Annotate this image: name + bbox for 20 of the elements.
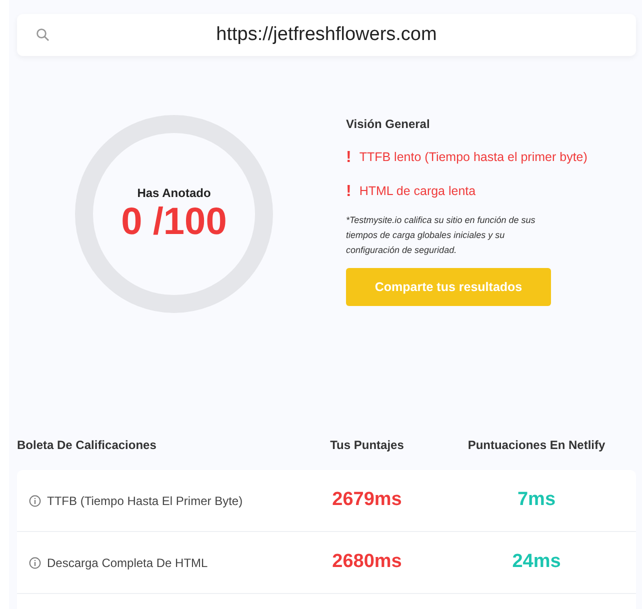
metric-label: Descarga Completa De HTML	[47, 554, 208, 572]
issue-text: TTFB lento (Tiempo hasta el primer byte)	[359, 150, 588, 165]
note-text: *Testmysite.io califica su sitio en función de sus tiempos de carga globales iniciales y su configuración de seguridad.	[346, 214, 536, 258]
metric-label: TTFB (Tiempo Hasta El Primer Byte)	[47, 492, 243, 510]
search-field[interactable]: https://jetfreshflowers.com	[17, 14, 636, 56]
info-icon	[29, 494, 41, 506]
column-header: Puntuaciones En Netlify	[466, 437, 606, 454]
warning-icon: !	[346, 148, 352, 167]
netlify-score: 24ms	[512, 551, 561, 572]
issue-text: HTML de carga lenta	[359, 184, 476, 199]
warning-icon: !	[346, 182, 352, 201]
column-header: Tus Puntajes	[329, 437, 405, 454]
your-score: 2679ms	[332, 489, 402, 510]
your-score: 2680ms	[332, 551, 402, 572]
score-label: Has Anotado	[137, 185, 211, 202]
netlify-score: 7ms	[517, 489, 556, 510]
overview-title: Visión General	[346, 117, 431, 132]
score-value: 0 /100	[121, 202, 227, 244]
info-icon	[29, 556, 41, 568]
column-header: Boleta De Calificaciones	[17, 437, 158, 454]
